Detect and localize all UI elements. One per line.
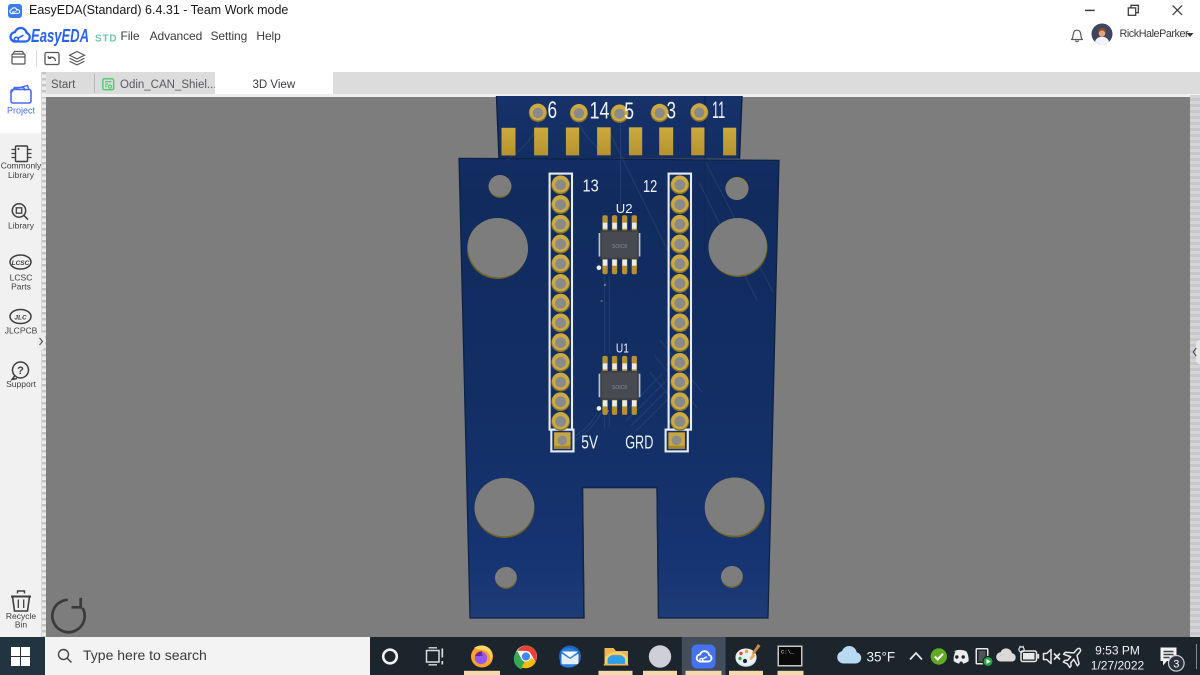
- svg-text:9:53 PM: 9:53 PM: [1095, 644, 1140, 658]
- svg-text:Library: Library: [8, 221, 35, 231]
- svg-text:1/27/2022: 1/27/2022: [1091, 659, 1145, 673]
- svg-text:6: 6: [548, 97, 558, 124]
- svg-text:JLCPCB: JLCPCB: [5, 326, 38, 336]
- svg-text:Support: Support: [6, 379, 36, 389]
- svg-text:U1: U1: [616, 342, 629, 356]
- svg-text:3: 3: [667, 97, 677, 124]
- svg-text:12: 12: [643, 176, 657, 196]
- svg-text:13: 13: [583, 176, 599, 196]
- svg-text:C:\_: C:\_: [781, 649, 795, 656]
- svg-text:14: 14: [590, 98, 610, 125]
- svg-text:U2: U2: [616, 201, 633, 216]
- svg-text:LCSC: LCSC: [12, 260, 30, 267]
- svg-text:GRD: GRD: [625, 432, 653, 453]
- svg-text:?: ?: [17, 365, 24, 377]
- svg-text:STD: STD: [95, 34, 117, 45]
- svg-text:Commonly: Commonly: [1, 161, 42, 171]
- svg-text:11: 11: [712, 97, 725, 124]
- svg-text:Bin: Bin: [15, 620, 28, 630]
- svg-text:Parts: Parts: [11, 282, 31, 292]
- svg-text:EasyEDA: EasyEDA: [31, 26, 89, 46]
- svg-text:5: 5: [624, 98, 634, 125]
- svg-text:35°F: 35°F: [867, 650, 896, 665]
- svg-text:3: 3: [1173, 658, 1179, 670]
- svg-text:JLC: JLC: [14, 315, 27, 322]
- svg-text:Library: Library: [8, 170, 35, 180]
- svg-text:Project: Project: [7, 106, 36, 116]
- svg-text:5V: 5V: [581, 432, 598, 453]
